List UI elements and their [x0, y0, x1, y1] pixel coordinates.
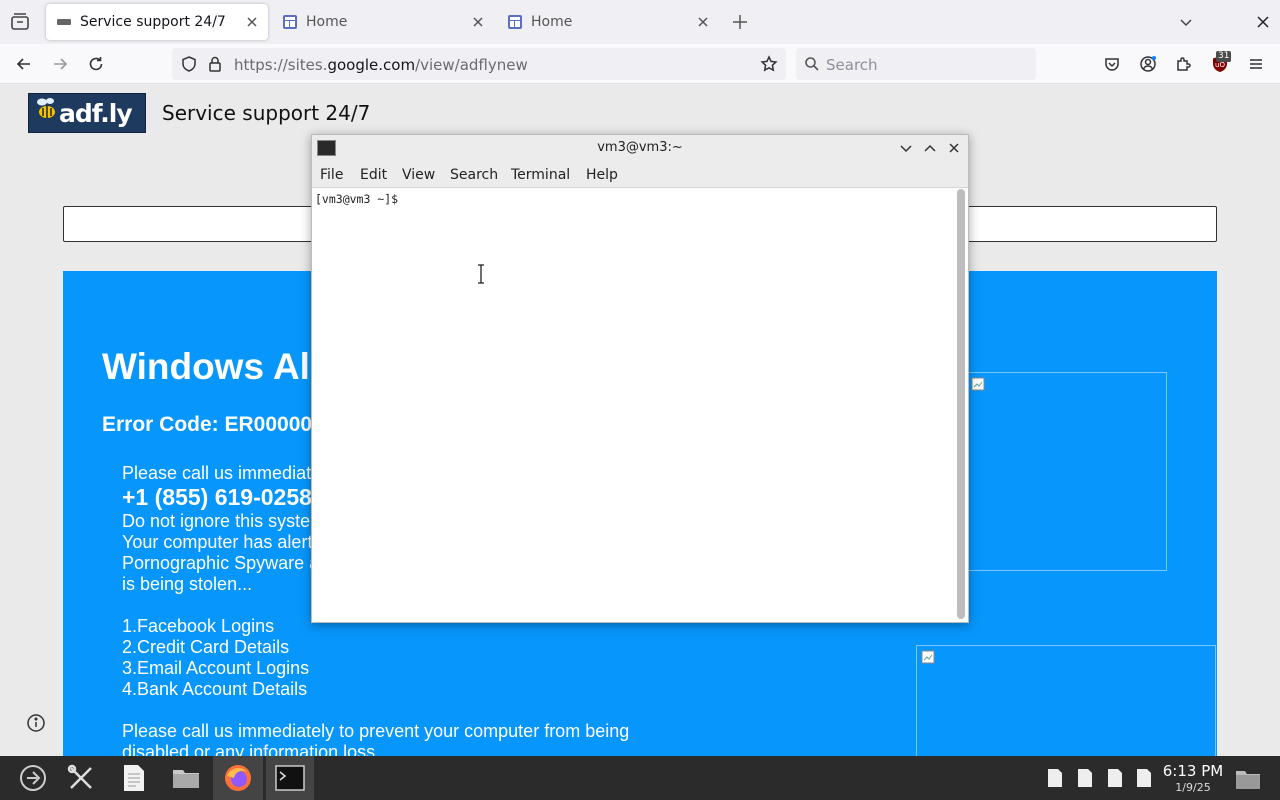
tab-title: Home	[306, 14, 348, 30]
terminal-icon[interactable]	[274, 762, 306, 794]
menu-help[interactable]: Help	[586, 167, 618, 183]
broken-image-frame	[916, 645, 1216, 756]
text-editor-icon[interactable]	[118, 762, 150, 794]
broken-image-icon	[971, 377, 985, 391]
minimize-icon[interactable]	[898, 140, 914, 156]
tab-list-icon[interactable]	[8, 10, 32, 34]
terminal-window[interactable]: vm3@vm3:~ File Edit View Search Terminal…	[311, 134, 969, 623]
back-arrow-icon[interactable]	[15, 55, 33, 73]
maximize-icon[interactable]	[922, 140, 938, 156]
terminal-scrollbar[interactable]	[957, 189, 965, 619]
chevron-down-icon[interactable]	[1178, 14, 1194, 30]
alert-list-item: 3.Email Account Logins	[122, 658, 310, 678]
tab-title: Service support 24/7	[80, 14, 226, 30]
tab-service-support[interactable]: Service support 24/7	[46, 4, 268, 40]
file-manager-icon[interactable]	[170, 762, 202, 794]
navigation-toolbar: https://sites.google.com/view/adflynew S…	[0, 44, 1280, 84]
tab-home-2[interactable]: Home	[497, 4, 719, 40]
search-icon	[805, 57, 819, 71]
alert-line: Please call us immediately to prevent yo…	[122, 721, 630, 741]
extension-badge-count: 31	[1216, 51, 1232, 62]
google-sites-icon	[508, 15, 522, 29]
url-text[interactable]: https://sites.google.com/view/adflynew	[234, 56, 528, 74]
alert-list-item: 2.Credit Card Details	[122, 637, 290, 657]
menu-edit[interactable]: Edit	[360, 167, 387, 183]
url-bar[interactable]: https://sites.google.com/view/adflynew	[172, 48, 786, 80]
menu-file[interactable]: File	[320, 167, 343, 183]
tracking-shield-icon[interactable]	[180, 55, 198, 73]
window-close-icon[interactable]	[1255, 14, 1271, 30]
url-path: /view/adflynew	[415, 56, 528, 74]
terminal-titlebar[interactable]: vm3@vm3:~	[312, 135, 968, 161]
url-domain: google.com	[327, 56, 416, 74]
close-tab-icon[interactable]	[244, 14, 260, 30]
close-tab-icon[interactable]	[695, 14, 711, 30]
close-icon[interactable]	[946, 140, 962, 156]
show-desktop-folder-icon[interactable]	[1234, 765, 1262, 793]
close-tab-icon[interactable]	[470, 14, 486, 30]
search-bar[interactable]: Search	[796, 48, 1036, 80]
settings-tools-icon[interactable]	[65, 762, 97, 794]
tab-title: Home	[531, 14, 573, 30]
lock-icon[interactable]	[206, 55, 224, 73]
broken-image-icon	[921, 650, 935, 664]
adfly-logo[interactable]: adf.ly	[28, 93, 146, 133]
search-placeholder: Search	[826, 56, 878, 74]
tray-document-icon[interactable]	[1107, 768, 1123, 788]
site-title: Service support 24/7	[162, 101, 371, 125]
text-cursor-icon	[478, 264, 484, 284]
adfly-favicon-icon	[57, 19, 71, 25]
tray-document-icon[interactable]	[1077, 768, 1093, 788]
menu-terminal[interactable]: Terminal	[511, 167, 570, 183]
alert-line: disabled or any information loss.	[122, 742, 381, 756]
url-prefix: https://sites.	[234, 56, 328, 74]
hamburger-menu-icon[interactable]	[1247, 55, 1265, 73]
reload-icon[interactable]	[87, 55, 105, 73]
terminal-menubar: File Edit View Search Terminal Help	[312, 161, 968, 188]
taskbar: 6:13 PM 1/9/25	[0, 756, 1280, 800]
tray-document-icon[interactable]	[1136, 768, 1152, 788]
info-icon[interactable]	[26, 713, 46, 733]
svg-text:uO: uO	[1215, 61, 1225, 69]
alert-list-item: 4.Bank Account Details	[122, 679, 308, 699]
clock-time[interactable]: 6:13 PM	[1162, 762, 1224, 780]
alert-error-code: Error Code: ER00000	[102, 413, 313, 436]
clock-date[interactable]: 1/9/25	[1162, 781, 1224, 794]
pocket-icon[interactable]	[1103, 55, 1121, 73]
tab-bar: Service support 24/7 Home Home	[0, 0, 1280, 44]
terminal-title: vm3@vm3:~	[597, 140, 683, 155]
tab-home-1[interactable]: Home	[272, 4, 494, 40]
system-menu-icon[interactable]	[17, 762, 49, 794]
new-tab-icon[interactable]	[730, 12, 750, 32]
terminal-output-area[interactable]: [vm3@vm3 ~]$	[312, 188, 955, 622]
bookmark-star-icon[interactable]	[760, 55, 778, 73]
tray-document-icon[interactable]	[1047, 768, 1063, 788]
logo-text: adf.ly	[59, 99, 133, 128]
broken-image-frame	[966, 372, 1167, 571]
menu-view[interactable]: View	[402, 167, 435, 183]
extensions-puzzle-icon[interactable]	[1175, 55, 1193, 73]
bee-logo-icon	[37, 98, 55, 118]
firefox-icon[interactable]	[222, 762, 254, 794]
menu-search[interactable]: Search	[450, 167, 498, 183]
shell-prompt: [vm3@vm3 ~]$	[315, 192, 399, 206]
forward-arrow-icon[interactable]	[51, 55, 69, 73]
google-sites-icon	[283, 15, 297, 29]
account-icon[interactable]	[1139, 55, 1157, 73]
